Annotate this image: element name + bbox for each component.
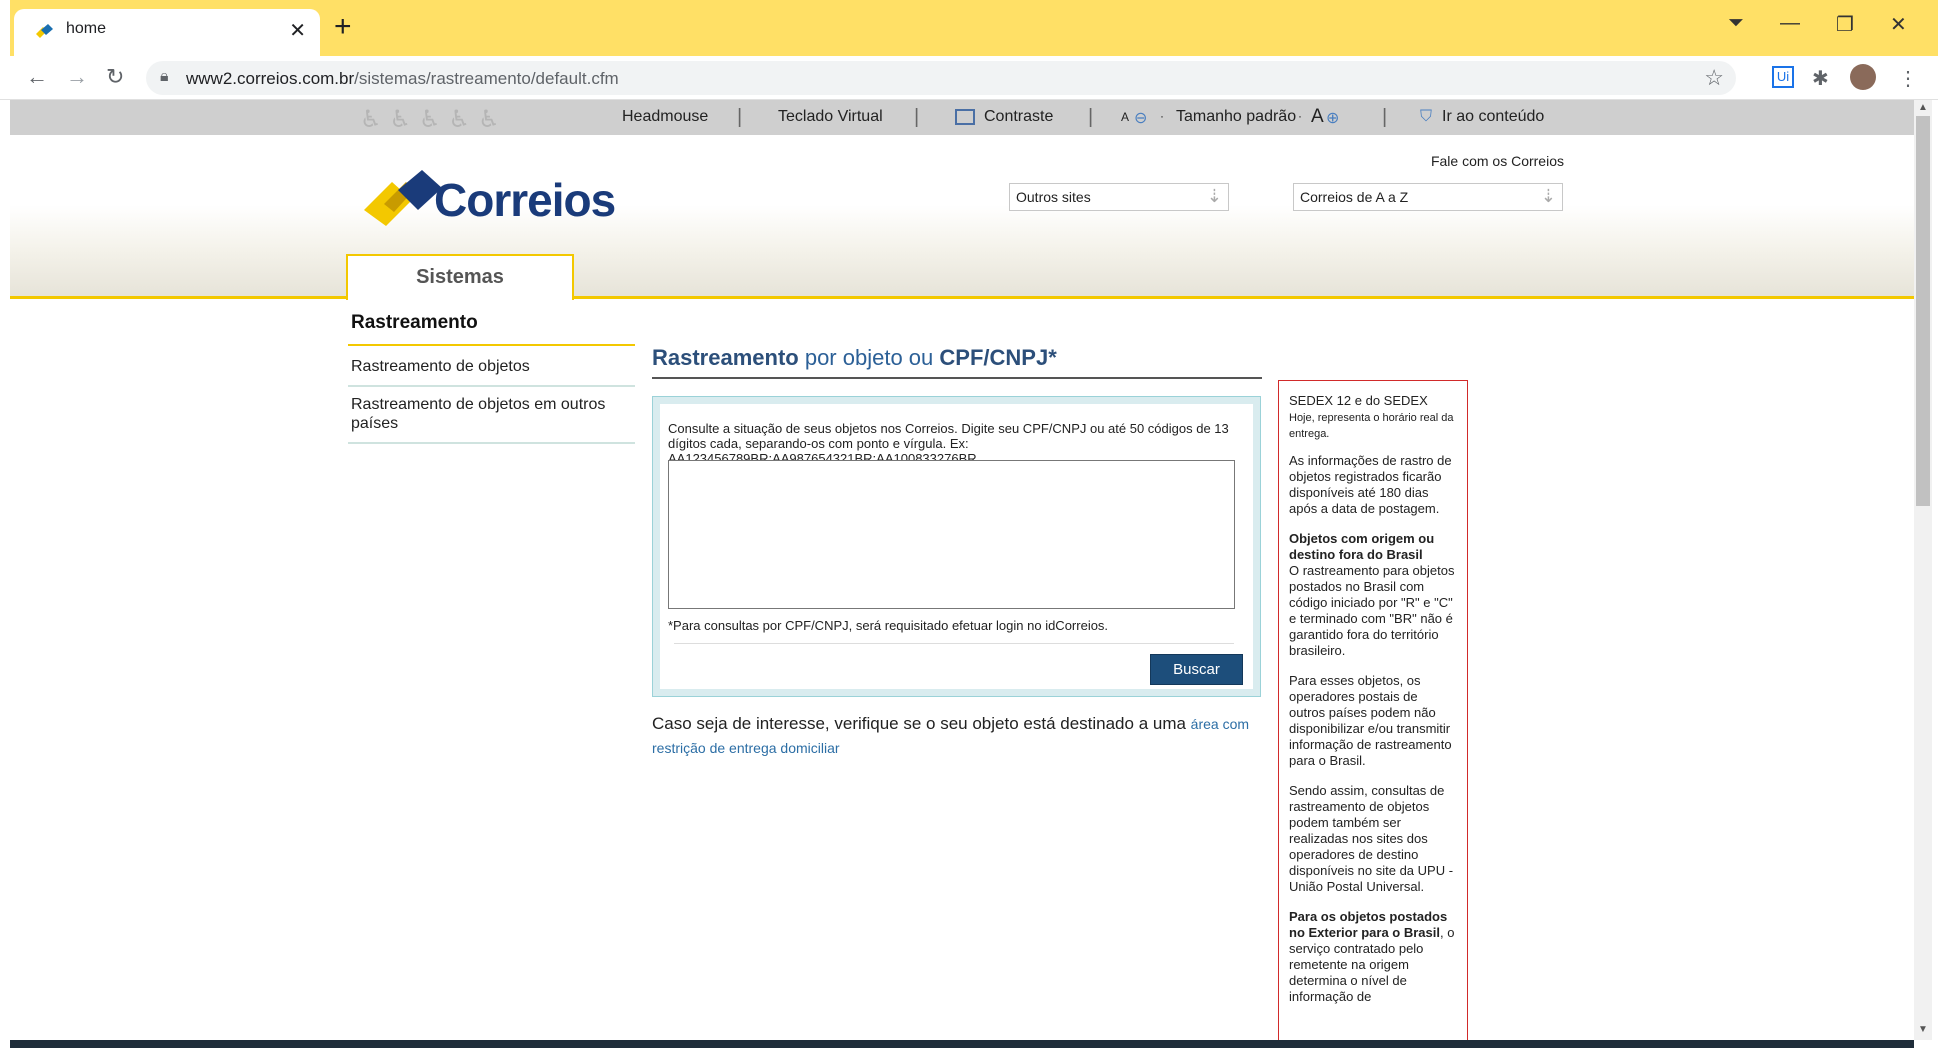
minimize-icon[interactable]: — [1780,12,1800,35]
outros-sites-value: Outros sites [1016,189,1091,205]
sedex-small: Hoje, representa o horário real da entre… [1289,412,1454,440]
buscar-button[interactable]: Buscar [1150,654,1243,685]
info-box: SEDEX 12 e do SEDEX Hoje, representa o ho… [1278,380,1468,1040]
info-p2: O rastreamento para objetos postados no … [1289,563,1455,658]
contraste-link[interactable]: Contraste [984,108,1053,126]
page-viewport: ♿︎♿︎♿︎♿︎♿︎ Headmouse | Teclado Virtual |… [10,100,1914,1040]
correios-logo-text: Correios [434,174,616,226]
sidebar-title-underline [348,344,635,346]
uipath-extension-icon[interactable]: Ui [1772,66,1794,88]
ir-conteudo-link[interactable]: Ir ao conteúdo [1442,108,1544,126]
address-bar: ← → ↻ 🔒︎ www2.correios.com.br/sistemas/r… [0,56,1938,100]
shield-icon: ⛉ [1420,108,1433,125]
scroll-up-icon[interactable]: ▲ [1918,102,1928,113]
browser-tab-strip: home ✕ + ⏷ — ❐ ✕ [0,0,1938,56]
info-p3: Para esses objetos, os operadores postai… [1289,673,1452,768]
scroll-down-icon[interactable]: ▼ [1918,1024,1928,1035]
chevron-down-icon: ⇣ [1540,186,1556,206]
chevron-down-icon: ⇣ [1206,186,1222,206]
font-decrease-label[interactable]: A [1121,110,1129,124]
divider: | [914,106,920,128]
site-header: Correios Fale com os Correios Outros sit… [10,135,1914,300]
browser-tab[interactable]: home ✕ [14,9,320,56]
font-increase-label[interactable]: A [1311,106,1324,128]
lock-icon: 🔒︎ [160,68,169,85]
page-title-cpf: CPF/CNPJ* [939,345,1057,370]
font-increase-icon[interactable]: ⊕ [1326,108,1339,128]
page-title-strong: Rastreamento [652,345,799,370]
contrast-icon [955,109,975,125]
taskbar [10,1040,1914,1048]
maximize-icon[interactable]: ❐ [1836,12,1854,37]
font-default-link[interactable]: Tamanho padrão [1176,108,1296,126]
url-domain: www2.correios.com.br [186,69,355,88]
interest-text: Caso seja de interesse, verifique se o s… [652,714,1191,733]
sidebar-title: Rastreamento [351,312,478,333]
info-h2: Objetos com origem ou destino fora do Br… [1289,531,1435,562]
tracking-form: Consulte a situação de seus objetos nos … [652,396,1261,697]
new-tab-icon[interactable]: + [334,12,352,42]
info-h5: Para os objetos postados no Exterior par… [1289,909,1448,940]
divider [674,643,1234,644]
dot-separator: · [1298,109,1302,123]
tracking-codes-textarea[interactable] [668,460,1235,609]
correios-az-value: Correios de A a Z [1300,189,1409,205]
window-close-icon[interactable]: ✕ [1890,12,1907,37]
fale-com-correios-link[interactable]: Fale com os Correios [1431,153,1564,169]
cpf-login-note: *Para consultas por CPF/CNPJ, será requi… [668,618,1109,633]
divider: | [1382,106,1388,128]
forward-icon[interactable]: → [66,64,88,90]
url-input[interactable]: 🔒︎ www2.correios.com.br/sistemas/rastrea… [146,61,1736,95]
accessibility-bar: ♿︎♿︎♿︎♿︎♿︎ Headmouse | Teclado Virtual |… [10,100,1914,135]
tab-strip-edge [0,0,10,56]
title-underline [652,377,1262,379]
url-text: www2.correios.com.br/sistemas/rastreamen… [186,69,619,89]
bookmark-star-icon[interactable]: ☆ [1704,65,1724,91]
outros-sites-select[interactable]: Outros sites ⇣ [1009,183,1229,211]
url-path: /sistemas/rastreamento/default.cfm [354,69,619,88]
teclado-virtual-link[interactable]: Teclado Virtual [778,108,883,126]
correios-az-select[interactable]: Correios de A a Z ⇣ [1293,183,1563,211]
sedex-line: SEDEX 12 e do SEDEX [1289,393,1428,408]
tab-sistemas[interactable]: Sistemas [346,254,574,300]
page-title-middle: por objeto ou [798,345,940,370]
back-icon[interactable]: ← [26,64,48,90]
browser-menu-icon[interactable]: ⋮ [1898,66,1918,91]
profile-menu-icon[interactable]: ⏷ [1728,12,1744,35]
tracking-form-inner: Consulte a situação de seus objetos nos … [660,404,1253,689]
divider: | [1088,106,1094,128]
scrollbar-thumb[interactable] [1916,116,1930,506]
tab-title: home [66,20,107,37]
dot-separator: · [1160,109,1164,123]
font-decrease-icon[interactable]: ⊖ [1134,108,1147,128]
profile-avatar[interactable] [1850,64,1876,90]
sidebar-item-rastreamento-outros-paises[interactable]: Rastreamento de objetos em outros países [351,395,621,433]
divider [348,442,635,444]
divider: | [737,106,743,128]
info-p4: Sendo assim, consultas de rastreamento d… [1289,783,1454,894]
tab-close-icon[interactable]: ✕ [289,18,306,43]
extensions-puzzle-icon[interactable]: ✱ [1812,66,1829,91]
divider [348,385,635,387]
info-p1: As informações de rastro de objetos regi… [1289,453,1452,516]
correios-favicon-icon [36,24,53,38]
accessibility-figures-icon: ♿︎♿︎♿︎♿︎♿︎ [360,106,508,133]
page-scrollbar[interactable]: ▲ ▼ [1914,100,1932,1040]
sidebar-item-rastreamento-objetos[interactable]: Rastreamento de objetos [351,357,621,376]
reload-icon[interactable]: ↻ [106,64,124,90]
headmouse-link[interactable]: Headmouse [622,108,708,126]
page-title: Rastreamento por objeto ou CPF/CNPJ* [652,345,1057,371]
restricao-entrega-text: Caso seja de interesse, verifique se o s… [652,712,1262,760]
